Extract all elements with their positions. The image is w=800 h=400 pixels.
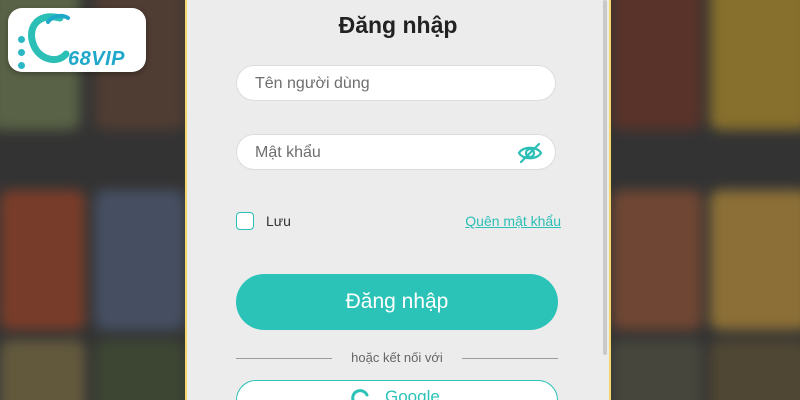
password-field[interactable] [236,134,556,171]
social-divider: hoặc kết nối với [236,348,558,368]
divider-line-right [462,358,558,359]
logo-text: 68VIP [68,48,125,70]
google-icon [351,389,369,400]
logo-dots [18,36,28,72]
login-panel: Đăng nhập Lưu Quên mật khẩu Đăng nhập ho… [185,0,611,400]
forgot-password-link[interactable]: Quên mật khẩu [465,213,561,229]
google-label: Google [385,387,440,400]
username-field[interactable] [236,65,556,102]
68vip-logo[interactable]: 68VIP [8,8,146,72]
username-input[interactable] [253,66,507,102]
remember-label: Lưu [266,213,291,229]
eye-off-icon[interactable] [517,140,543,166]
login-screen: 68VIP Đăng nhập Lưu Quên mật khẩu Đăng n… [0,0,800,400]
panel-scrollbar[interactable] [603,0,607,355]
login-button[interactable]: Đăng nhập [236,274,558,330]
password-input[interactable] [253,135,507,171]
login-title: Đăng nhập [338,12,458,38]
remember-checkbox[interactable] [236,212,254,230]
google-login-button[interactable]: Google [236,380,558,400]
